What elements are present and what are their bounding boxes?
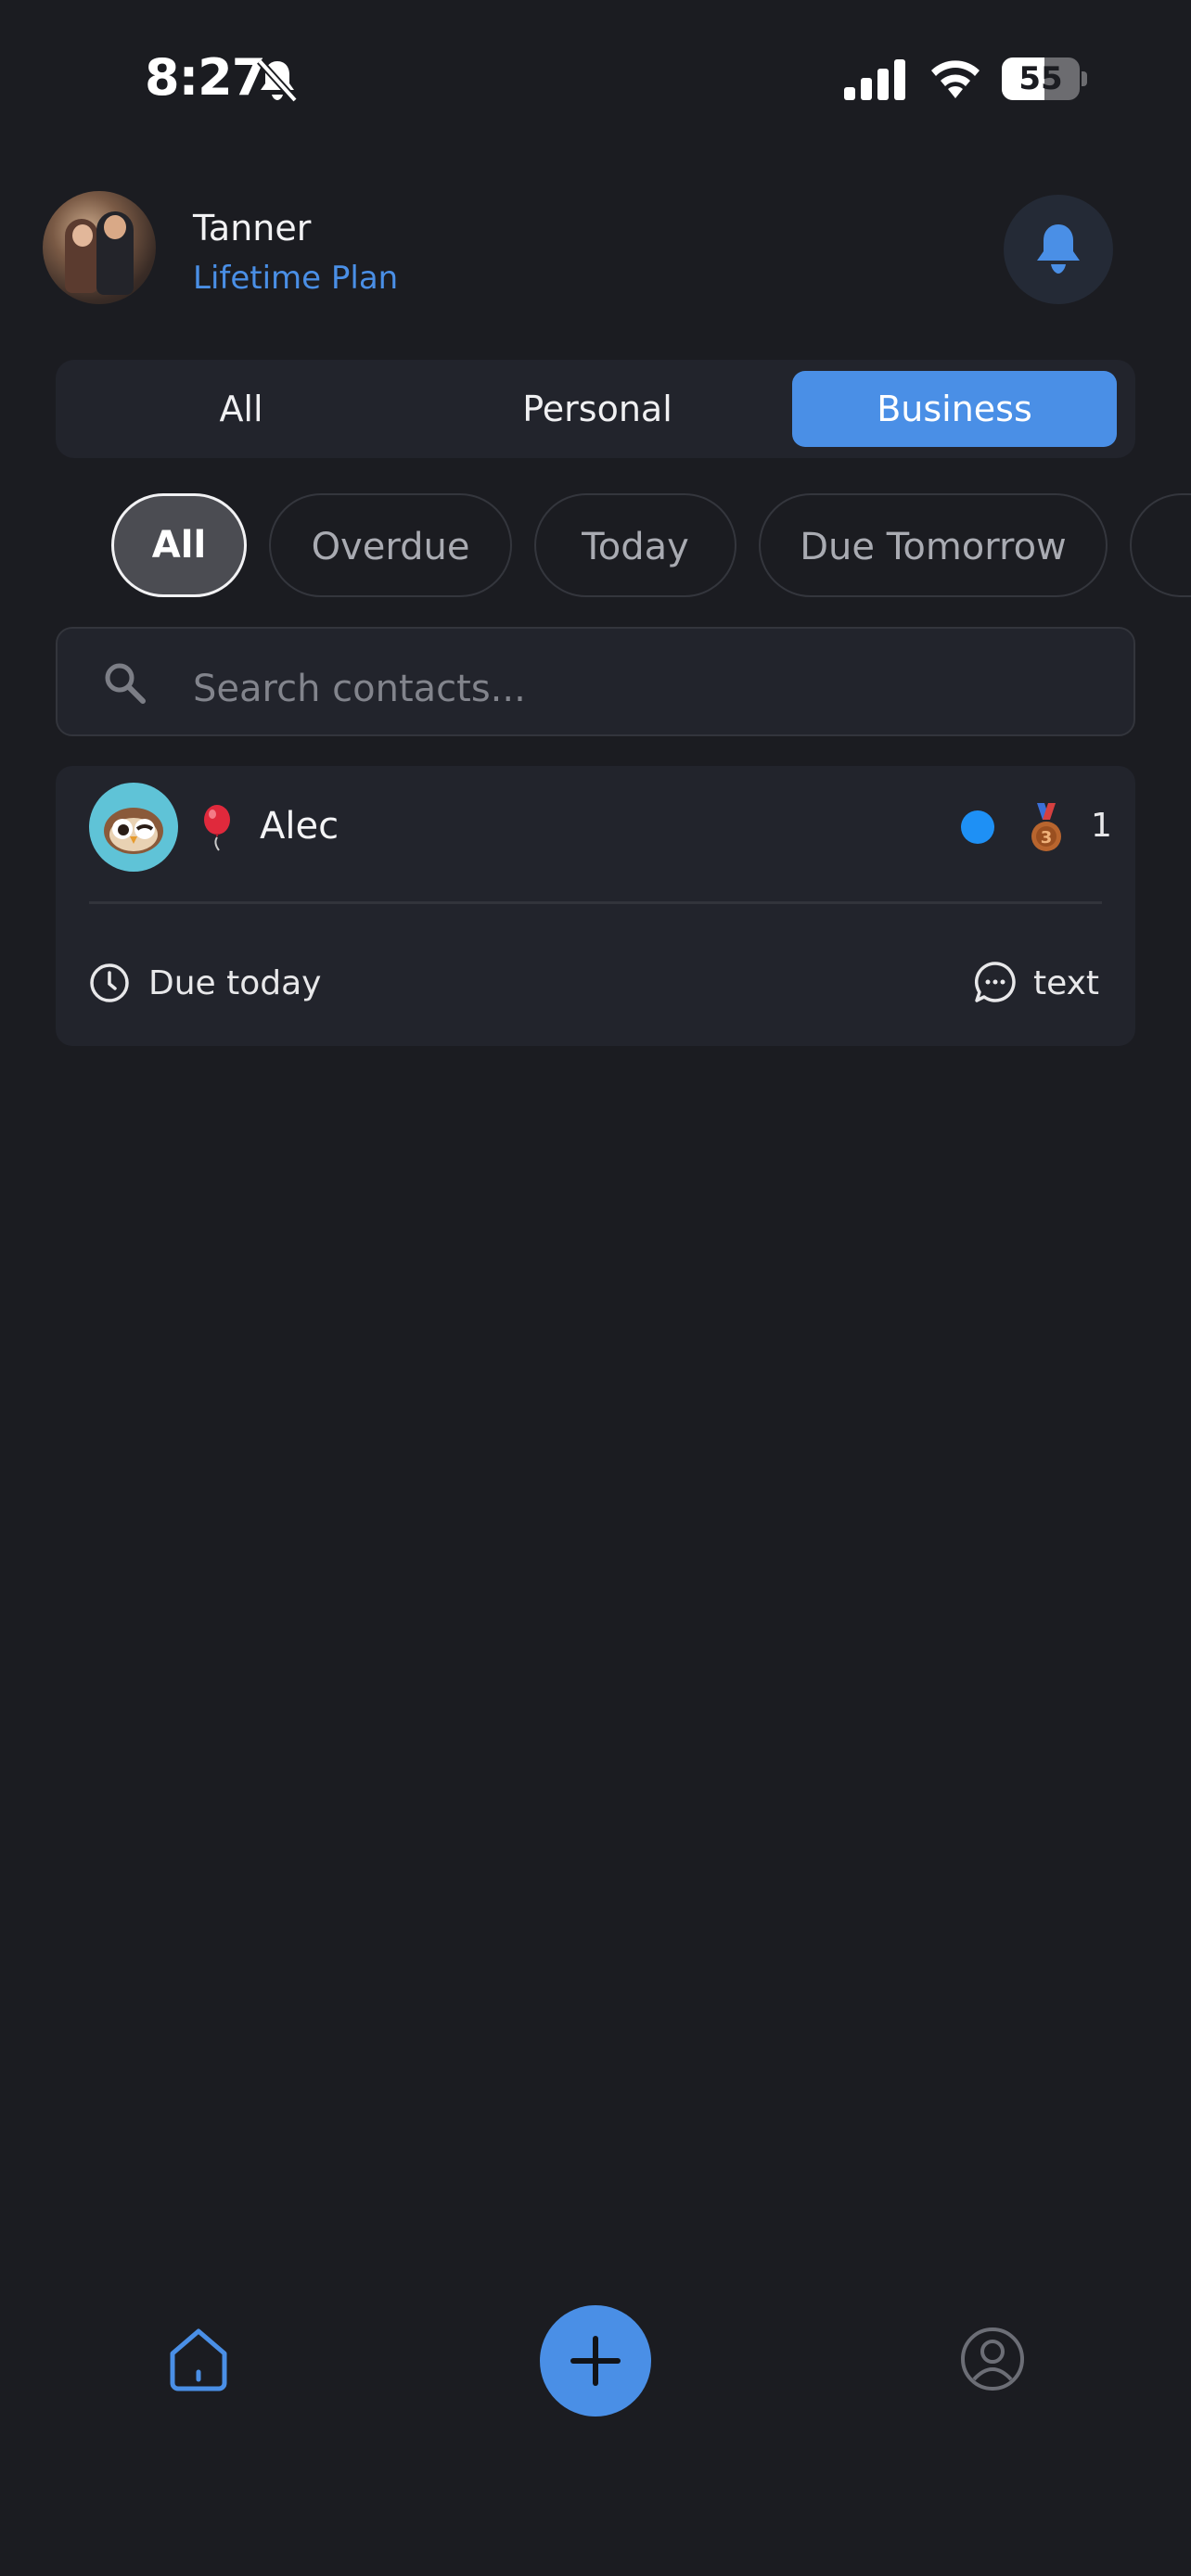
battery-indicator: 55	[1002, 57, 1087, 100]
contact-name: Alec	[260, 805, 339, 848]
due-status: Due today	[148, 964, 322, 1002]
filter-chip-overdue[interactable]: Overdue	[269, 493, 512, 597]
medal-count: 1	[1091, 807, 1112, 845]
filter-chip-all[interactable]: All	[111, 493, 247, 597]
svg-text:3: 3	[1041, 828, 1053, 848]
search-icon	[105, 663, 146, 704]
wifi-icon	[931, 60, 980, 98]
profile-icon[interactable]	[959, 2326, 1026, 2392]
balloon-icon	[204, 805, 230, 851]
user-plan: Lifetime Plan	[193, 260, 399, 297]
battery-cap	[1082, 71, 1087, 86]
avatar-photo-face	[104, 215, 126, 239]
segment-business[interactable]: Business	[792, 371, 1117, 447]
filter-chip-due-tomorrow[interactable]: Due Tomorrow	[759, 493, 1108, 597]
status-dot	[961, 810, 994, 844]
contact-card[interactable]: Alec 3 1 Due today text	[56, 766, 1135, 1046]
user-avatar[interactable]	[43, 191, 156, 304]
owl-icon	[104, 808, 163, 854]
bell-slash-icon	[257, 58, 298, 103]
search-placeholder: Search contacts...	[193, 668, 526, 710]
status-bar: 8:27 55	[0, 0, 1191, 158]
battery-icon: 55	[1002, 57, 1080, 100]
segment-personal[interactable]: Personal	[423, 371, 772, 447]
battery-percent: 55	[1018, 60, 1063, 97]
segment-all[interactable]: All	[67, 371, 416, 447]
user-name: Tanner	[193, 208, 312, 249]
plus-icon	[570, 2336, 621, 2386]
bronze-medal-icon: 3	[1031, 803, 1061, 851]
category-segmented-control: All Personal Business	[56, 360, 1135, 458]
chat-bubble-icon	[974, 962, 1016, 1002]
filter-chip-more[interactable]	[1130, 493, 1191, 597]
cellular-signal-icon	[844, 59, 905, 100]
filter-chip-today[interactable]: Today	[534, 493, 736, 597]
status-time: 8:27	[145, 48, 266, 107]
add-contact-button[interactable]	[540, 2305, 651, 2417]
contact-method: text	[1033, 964, 1100, 1002]
avatar-photo-face	[72, 224, 93, 247]
search-input[interactable]: Search contacts...	[56, 627, 1135, 736]
home-icon[interactable]	[165, 2326, 232, 2392]
clock-icon	[90, 963, 129, 1002]
bell-icon	[1037, 224, 1080, 274]
contact-avatar[interactable]	[89, 783, 178, 872]
notifications-button[interactable]	[1004, 195, 1113, 304]
card-divider	[89, 901, 1102, 904]
